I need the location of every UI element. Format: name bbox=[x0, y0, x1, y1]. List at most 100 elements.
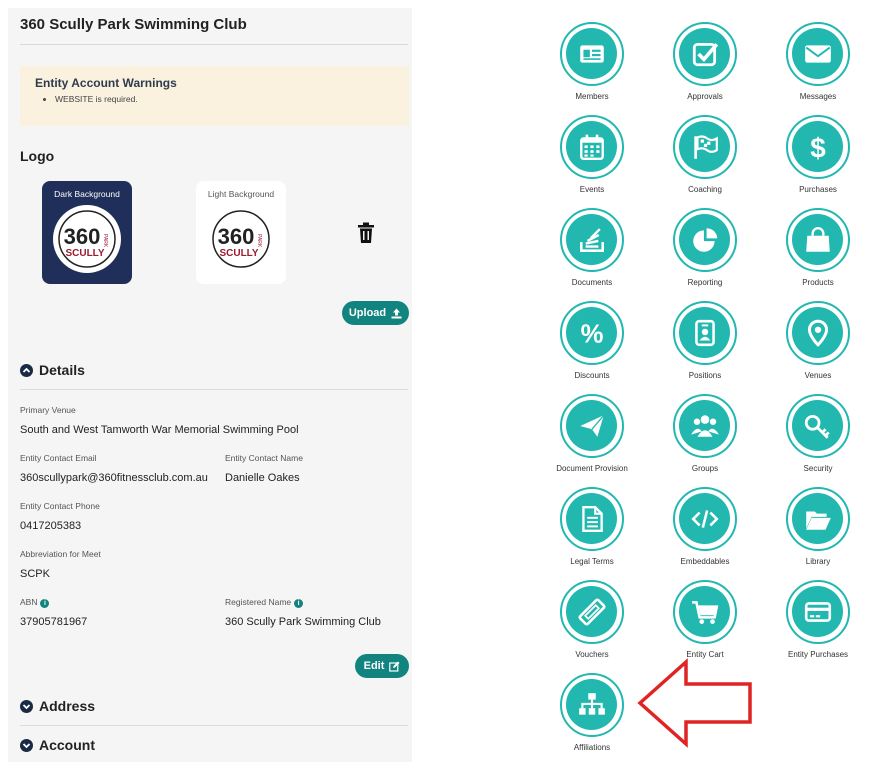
module-tile-disc bbox=[566, 586, 617, 637]
svg-text:PARK: PARK bbox=[256, 234, 262, 248]
contact-email-value: 360scullypark@360fitnessclub.com.au bbox=[20, 472, 208, 484]
module-tile-venues[interactable]: Venues bbox=[773, 301, 863, 393]
stack-icon bbox=[579, 227, 604, 252]
details-section-toggle[interactable]: Details bbox=[20, 362, 85, 378]
logo-light-card[interactable]: Light Background 360 SCULLY PARK bbox=[196, 181, 286, 284]
module-tile-disc bbox=[792, 214, 843, 265]
module-tile-positions[interactable]: Positions bbox=[660, 301, 750, 393]
checkbox-icon bbox=[692, 42, 718, 66]
module-tile-circle bbox=[786, 208, 850, 272]
svg-text:SCULLY: SCULLY bbox=[219, 248, 258, 259]
envelope-icon bbox=[804, 44, 831, 63]
credit-card-icon bbox=[804, 601, 831, 622]
badge-icon bbox=[694, 319, 715, 346]
info-icon[interactable]: i bbox=[40, 599, 50, 608]
svg-text:360: 360 bbox=[218, 224, 255, 249]
module-tile-products[interactable]: Products bbox=[773, 208, 863, 300]
module-tile-disc bbox=[679, 214, 730, 265]
module-tile-label: Discounts bbox=[574, 371, 610, 380]
module-tile-events[interactable]: Events bbox=[547, 115, 637, 207]
module-tile-circle bbox=[560, 115, 624, 179]
svg-text:SCULLY: SCULLY bbox=[65, 248, 104, 259]
pie-chart-icon bbox=[692, 227, 717, 252]
contact-email-label: Entity Contact Email bbox=[20, 453, 97, 463]
primary-venue-label: Primary Venue bbox=[20, 405, 76, 415]
code-icon bbox=[690, 509, 719, 528]
module-tile-disc bbox=[566, 493, 617, 544]
trash-icon[interactable] bbox=[357, 222, 375, 244]
info-icon[interactable]: i bbox=[294, 599, 304, 608]
module-tile-circle bbox=[673, 487, 737, 551]
flag-icon bbox=[693, 134, 718, 159]
module-tile-disc bbox=[792, 400, 843, 451]
registered-name-value: 360 Scully Park Swimming Club bbox=[225, 616, 381, 628]
module-tile-entity-purchases[interactable]: Entity Purchases bbox=[773, 580, 863, 672]
upload-button[interactable]: Upload bbox=[342, 301, 409, 325]
module-tile-documents[interactable]: Documents bbox=[547, 208, 637, 300]
module-tile-disc: $ bbox=[792, 121, 843, 172]
address-heading: Address bbox=[39, 698, 96, 714]
module-tile-embeddables[interactable]: Embeddables bbox=[660, 487, 750, 579]
module-tile-disc bbox=[792, 586, 843, 637]
module-tile-label: Approvals bbox=[687, 92, 723, 101]
chevron-down-icon bbox=[20, 738, 33, 752]
module-tile-label: Document Provision bbox=[556, 464, 628, 473]
module-tile-circle bbox=[673, 301, 737, 365]
contact-phone-label: Entity Contact Phone bbox=[20, 501, 100, 511]
module-tile-purchases[interactable]: $ Purchases bbox=[773, 115, 863, 207]
module-tile-circle bbox=[673, 22, 737, 86]
module-tile-disc bbox=[792, 493, 843, 544]
module-tile-disc bbox=[566, 214, 617, 265]
svg-text:%: % bbox=[580, 320, 603, 347]
account-section-toggle[interactable]: Account bbox=[20, 737, 95, 753]
folder-open-icon bbox=[805, 511, 831, 530]
module-tile-messages[interactable]: Messages bbox=[773, 22, 863, 114]
module-tile-disc bbox=[679, 28, 730, 79]
module-tile-affiliations[interactable]: Affiliations bbox=[547, 673, 637, 762]
module-tile-document-provision[interactable]: Document Provision bbox=[547, 394, 637, 486]
ticket-icon bbox=[578, 598, 605, 625]
svg-text:360: 360 bbox=[64, 224, 101, 249]
address-section-toggle[interactable]: Address bbox=[20, 698, 95, 714]
module-tile-security[interactable]: Security bbox=[773, 394, 863, 486]
module-tile-vouchers[interactable]: Vouchers bbox=[547, 580, 637, 672]
account-heading: Account bbox=[39, 737, 95, 753]
dollar-icon: $ bbox=[810, 132, 826, 161]
sitemap-icon bbox=[578, 692, 605, 715]
users-icon bbox=[690, 414, 719, 437]
module-tile-groups[interactable]: Groups bbox=[660, 394, 750, 486]
chevron-down-icon bbox=[20, 699, 33, 713]
module-tile-library[interactable]: Library bbox=[773, 487, 863, 579]
module-tile-circle bbox=[560, 487, 624, 551]
club-logo-dark: 360 SCULLY PARK bbox=[53, 205, 121, 273]
module-tile-reporting[interactable]: Reporting bbox=[660, 208, 750, 300]
module-tile-members[interactable]: Members bbox=[547, 22, 637, 114]
module-tile-disc bbox=[679, 586, 730, 637]
module-tile-label: Venues bbox=[804, 371, 832, 380]
module-tile-approvals[interactable]: Approvals bbox=[660, 22, 750, 114]
page-title: 360 Scully Park Swimming Club bbox=[20, 16, 247, 33]
module-tile-discounts[interactable]: % Discounts bbox=[547, 301, 637, 393]
module-tile-label: Library bbox=[805, 557, 831, 566]
abn-label-row: ABN i bbox=[20, 597, 50, 608]
divider bbox=[20, 725, 408, 726]
module-tile-disc bbox=[792, 307, 843, 358]
contact-phone-value: 0417205383 bbox=[20, 520, 82, 532]
cart-icon bbox=[691, 600, 718, 624]
module-tile-coaching[interactable]: Coaching bbox=[660, 115, 750, 207]
module-tile-disc bbox=[679, 121, 730, 172]
module-tile-circle bbox=[786, 580, 850, 644]
module-tile-circle bbox=[673, 394, 737, 458]
logo-dark-card[interactable]: Dark Background 360 SCULLY PARK bbox=[42, 181, 132, 284]
module-tile-legal-terms[interactable]: Legal Terms bbox=[547, 487, 637, 579]
module-tile-circle bbox=[560, 22, 624, 86]
module-tile-label: Legal Terms bbox=[570, 557, 614, 566]
key-icon bbox=[804, 414, 830, 439]
module-tile-label: Groups bbox=[691, 464, 719, 473]
edit-button[interactable]: Edit bbox=[355, 654, 409, 678]
module-tile-circle bbox=[786, 301, 850, 365]
module-tile-circle bbox=[560, 208, 624, 272]
abbreviation-label: Abbreviation for Meet bbox=[20, 549, 101, 559]
module-tile-label: Affiliations bbox=[573, 743, 611, 752]
abbreviation-value: SCPK bbox=[20, 568, 50, 580]
